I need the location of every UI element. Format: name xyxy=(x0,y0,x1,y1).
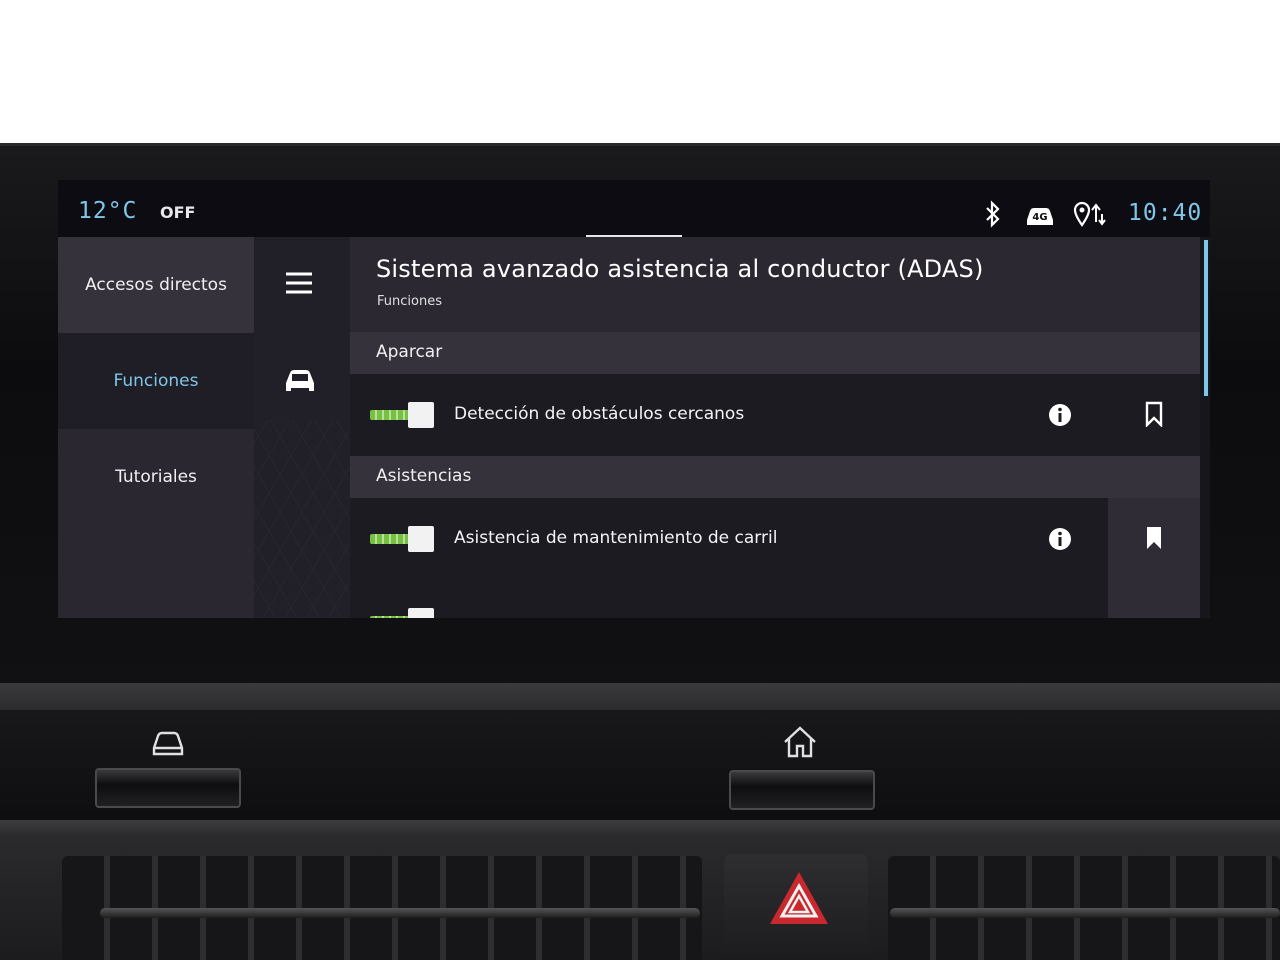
car-category-icon[interactable] xyxy=(282,366,318,394)
info-icon[interactable] xyxy=(1048,403,1072,427)
climate-status[interactable]: OFF xyxy=(160,203,195,222)
rail-background-pattern xyxy=(254,420,350,618)
toggle-knob xyxy=(408,402,434,428)
bookmark-cell[interactable] xyxy=(1108,580,1200,618)
hardware-key-panel xyxy=(0,710,1280,820)
feature-row-partial[interactable] xyxy=(350,580,1200,618)
bookmark-cell[interactable] xyxy=(1108,498,1200,580)
feature-label: Asistencia de mantenimiento de carril xyxy=(454,528,778,548)
feature-label: Detección de obstáculos cercanos xyxy=(454,404,745,424)
menu-item-accesos-directos[interactable]: Accesos directos xyxy=(58,237,254,333)
hamburger-menu-icon[interactable] xyxy=(284,270,314,296)
deteccion-obstaculos-toggle[interactable] xyxy=(370,402,434,428)
feature-row-deteccion-obstaculos[interactable]: Detección de obstáculos cercanos xyxy=(350,374,1200,456)
right-vent-slat[interactable] xyxy=(890,908,1280,918)
page-title: Sistema avanzado asistencia al conductor… xyxy=(376,255,984,283)
home-key-icon xyxy=(784,726,816,758)
menu-item-tutoriales[interactable]: Tutoriales xyxy=(58,429,254,525)
section-header-asistencias: Asistencias xyxy=(350,456,1200,498)
section-label: Asistencias xyxy=(376,466,472,486)
outside-temperature: 12°C xyxy=(78,198,138,224)
network-type-label: 4G xyxy=(1032,212,1047,223)
left-vent-slat[interactable] xyxy=(100,908,700,918)
side-menu: Accesos directos Funciones Tutoriales xyxy=(58,237,254,618)
car-key-icon xyxy=(152,731,184,756)
car-hardware-button[interactable] xyxy=(95,768,241,808)
mantenimiento-carril-toggle[interactable] xyxy=(370,526,434,552)
section-label: Aparcar xyxy=(376,342,443,362)
status-bar: 12°C OFF 4G 10:40 xyxy=(58,180,1210,237)
feature-row-mantenimiento-carril[interactable]: Asistencia de mantenimiento de carril xyxy=(350,498,1200,580)
adas-content-panel: Sistema avanzado asistencia al conductor… xyxy=(350,237,1200,618)
bookmark-outline-icon xyxy=(1145,401,1163,427)
car-connect-icon: 4G xyxy=(1027,208,1053,225)
bookmark-filled-icon xyxy=(1147,527,1161,549)
menu-item-label: Tutoriales xyxy=(115,467,197,487)
location-sync-icon xyxy=(1073,201,1106,227)
hazard-warning-button[interactable] xyxy=(768,870,830,926)
bluetooth-icon xyxy=(986,200,1000,228)
menu-item-label: Accesos directos xyxy=(85,275,227,295)
bookmark-cell[interactable] xyxy=(1108,374,1200,456)
infotainment-screen: 12°C OFF 4G 10:40 Accesos directos Funci… xyxy=(58,180,1210,618)
dashboard-trim xyxy=(0,683,1280,713)
clock: 10:40 xyxy=(1128,200,1203,226)
menu-item-funciones[interactable]: Funciones xyxy=(58,333,254,429)
partial-row-toggle[interactable] xyxy=(370,608,434,618)
scrollbar[interactable] xyxy=(1204,240,1208,396)
toggle-knob xyxy=(408,608,434,618)
menu-item-label: Funciones xyxy=(113,371,199,391)
info-icon[interactable] xyxy=(1048,527,1072,551)
page-subtitle: Funciones xyxy=(377,294,442,309)
section-header-aparcar: Aparcar xyxy=(350,332,1200,374)
home-hardware-button[interactable] xyxy=(729,770,875,810)
toggle-knob xyxy=(408,526,434,552)
